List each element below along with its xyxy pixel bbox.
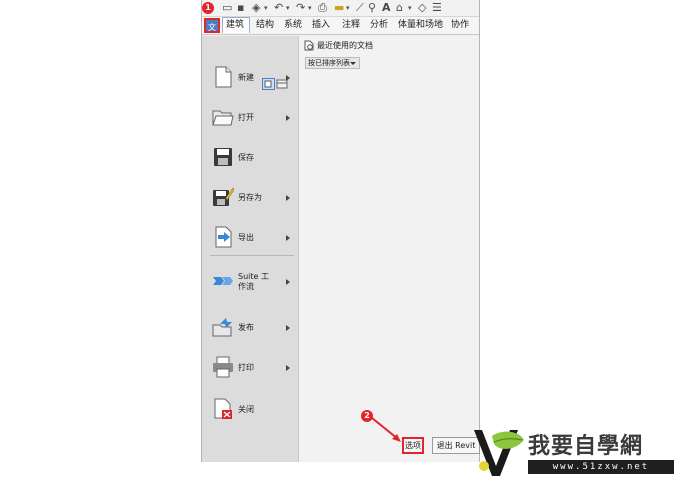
dropdown-icon[interactable]: ▾ <box>408 2 412 14</box>
tab-massing-site[interactable]: 体量和场地 <box>398 18 443 33</box>
menu-item-label: 关闭 <box>238 405 254 414</box>
menu-item-close[interactable]: 关闭 <box>202 394 298 430</box>
dropdown-icon[interactable]: ▾ <box>308 2 312 14</box>
text-icon[interactable]: A <box>382 2 391 14</box>
menu-item-publish[interactable]: 发布 <box>202 312 298 348</box>
tab-architecture[interactable]: 建筑 <box>226 18 244 33</box>
sort-order-select[interactable]: 按已排序列表 <box>305 57 360 69</box>
export-icon <box>215 226 232 248</box>
menu-item-label: 保存 <box>238 153 254 162</box>
dropdown-icon[interactable]: ▾ <box>286 2 290 14</box>
tab-insert[interactable]: 插入 <box>312 18 330 33</box>
undo-icon[interactable]: ↶ <box>274 2 283 14</box>
dimension-icon[interactable]: ⟋ <box>356 2 364 14</box>
new-doc-icon <box>215 66 232 88</box>
recent-documents-title: 最近使用的文档 <box>317 41 373 50</box>
menu-item-label: Suite 工作流 <box>238 272 269 291</box>
section-icon[interactable]: ◇ <box>418 2 426 14</box>
thin-lines-icon[interactable]: ☰ <box>432 2 442 14</box>
dropdown-icon[interactable]: ▾ <box>346 2 350 14</box>
watermark-text: 我要自學網 <box>528 434 644 459</box>
sort-order-value: 按已排序列表 <box>308 59 350 67</box>
submenu-arrow-icon <box>286 279 290 285</box>
options-button-label: 选项 <box>405 441 421 450</box>
menu-item-export[interactable]: 导出 <box>202 222 298 258</box>
tab-analyze[interactable]: 分析 <box>370 18 388 33</box>
print-icon <box>213 356 233 378</box>
menu-item-suite-workflow[interactable]: Suite 工作流 <box>202 266 298 302</box>
revit-application-window: ▭ ▪ ◈ ▾ ↶ ▾ ↷ ▾ ⎙ ▬ ▾ ⟋ ⚲ A ⌂ ▾ ◇ ☰ 文件 建… <box>201 0 480 462</box>
publish-icon <box>212 318 232 337</box>
menu-item-label: 导出 <box>238 233 254 242</box>
callout-arrow-icon <box>371 417 401 442</box>
tab-collaborate[interactable]: 协作 <box>451 18 469 33</box>
watermark-logo: 我要自學網 www.51zxw.net <box>470 422 680 486</box>
tag-icon[interactable]: ⚲ <box>368 2 376 14</box>
menu-item-label: 打开 <box>238 113 254 122</box>
menu-item-label: 另存为 <box>238 193 262 202</box>
open-folder-icon <box>212 110 234 126</box>
menu-item-label: 打印 <box>238 363 254 372</box>
menu-item-label: 新建 <box>238 73 254 82</box>
submenu-arrow-icon <box>286 235 290 241</box>
watermark-v-leaf-icon <box>474 430 524 476</box>
watermark-url: www.51zxw.net <box>528 460 674 474</box>
chevron-down-icon <box>350 62 356 65</box>
save-icon <box>214 148 232 166</box>
tab-structure[interactable]: 结构 <box>256 18 274 33</box>
sync-icon[interactable]: ◈ <box>252 2 260 14</box>
tab-annotate[interactable]: 注释 <box>342 18 360 33</box>
submenu-arrow-icon <box>286 325 290 331</box>
menu-divider <box>210 255 294 256</box>
menu-item-save-as[interactable]: 另存为 <box>202 182 298 218</box>
open-icon[interactable]: ▭ <box>222 2 232 14</box>
submenu-arrow-icon <box>286 115 290 121</box>
submenu-arrow-icon <box>286 195 290 201</box>
menu-item-open[interactable]: 打开 <box>202 102 298 138</box>
redo-icon[interactable]: ↷ <box>296 2 305 14</box>
print-icon[interactable]: ⎙ <box>318 2 327 14</box>
3d-view-icon[interactable]: ⌂ <box>396 2 403 14</box>
suite-workflow-icon <box>213 277 233 285</box>
recent-documents-icon <box>304 40 314 51</box>
menu-item-new[interactable]: 新建 <box>202 62 298 98</box>
close-doc-icon <box>214 398 232 419</box>
ribbon-tabs: 文件 建筑 结构 系统 插入 注释 分析 体量和场地 协作 <box>202 17 479 47</box>
save-as-icon <box>213 187 234 206</box>
step-marker-1: 1 <box>202 2 214 14</box>
submenu-arrow-icon <box>286 365 290 371</box>
submenu-arrow-icon <box>286 75 290 81</box>
menu-item-print[interactable]: 打印 <box>202 352 298 388</box>
tab-systems[interactable]: 系统 <box>284 18 302 33</box>
save-icon[interactable]: ▪ <box>237 2 244 14</box>
measure-icon[interactable]: ▬ <box>334 2 344 14</box>
tab-file[interactable]: 文件 <box>204 18 220 47</box>
menu-item-label: 发布 <box>238 323 254 332</box>
quick-access-toolbar: ▭ ▪ ◈ ▾ ↶ ▾ ↷ ▾ ⎙ ▬ ▾ ⟋ ⚲ A ⌂ ▾ ◇ ☰ <box>202 0 479 17</box>
options-button[interactable]: 选项 <box>402 437 424 454</box>
recent-documents-panel: 最近使用的文档 按已排序列表 <box>299 36 479 462</box>
file-menu: 新建 打开 保存 另存为 导出 Suite 工作流 发布 打印 关闭 <box>202 36 299 462</box>
dropdown-icon[interactable]: ▾ <box>264 2 268 14</box>
menu-item-save[interactable]: 保存 <box>202 142 298 178</box>
